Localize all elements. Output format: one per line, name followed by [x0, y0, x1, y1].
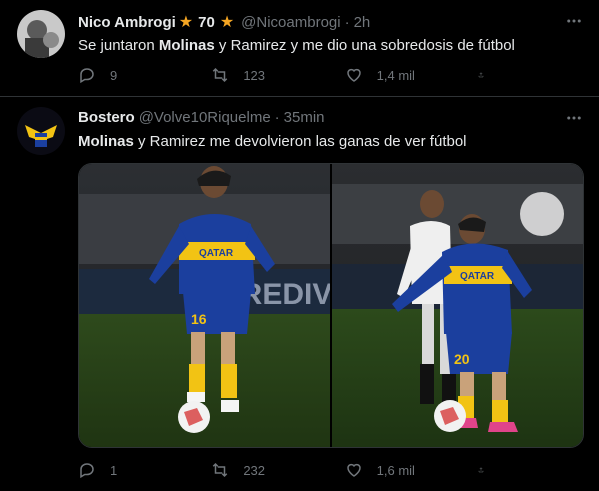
avatar[interactable]	[17, 10, 65, 58]
share-button[interactable]	[478, 461, 498, 479]
media-grid: CREDIVAL QATAR 16	[78, 163, 584, 448]
photo-player-20[interactable]: QATAR 20	[332, 164, 583, 447]
text-bold: Molinas	[158, 37, 215, 54]
shirt-sponsor: QATAR	[460, 271, 495, 282]
star-icon: ★	[178, 14, 194, 31]
tweet-actions: 9 123 1,4 mil	[78, 66, 498, 84]
star-icon: ★	[219, 14, 235, 31]
tweet-1[interactable]: Nico Ambrogi ★ 70 ★ @Nicoambrogi · 2h Se…	[0, 0, 599, 96]
like-icon	[346, 463, 361, 477]
separator: ·	[274, 109, 280, 126]
share-icon	[478, 72, 484, 78]
reply-icon	[80, 68, 94, 84]
retweet-button[interactable]: 123	[211, 66, 311, 84]
reply-button[interactable]: 9	[78, 66, 178, 84]
more-icon[interactable]	[565, 12, 583, 35]
user-handle[interactable]: @Nicoambrogi	[241, 14, 340, 31]
retweet-count: 123	[243, 67, 266, 83]
reply-count: 9	[110, 67, 118, 83]
text-segment: Se juntaron	[78, 37, 159, 54]
user-handle[interactable]: @Volve10Riquelme	[139, 109, 271, 126]
tweet-header: Nico Ambrogi ★ 70 ★ @Nicoambrogi · 2h	[78, 12, 370, 32]
separator: ·	[344, 13, 350, 31]
like-count: 1,4 mil	[376, 67, 415, 83]
display-name[interactable]: Bostero	[78, 109, 135, 126]
like-count: 1,6 mil	[376, 462, 415, 478]
timestamp[interactable]: 35min	[284, 109, 325, 126]
tweet-2[interactable]: Bostero @Volve10Riquelme · 35min Molinas…	[0, 97, 599, 491]
share-button[interactable]	[478, 66, 498, 84]
shirt-sponsor: QATAR	[199, 248, 234, 259]
retweet-icon	[213, 462, 228, 478]
like-button[interactable]: 1,4 mil	[345, 66, 445, 84]
reply-icon	[80, 463, 94, 479]
like-button[interactable]: 1,6 mil	[345, 461, 445, 479]
tweet-text: Molinas y Ramirez me devolvieron las gan…	[78, 133, 467, 150]
more-icon[interactable]	[565, 109, 583, 132]
text-bold: Molinas	[78, 133, 134, 150]
display-name[interactable]: Nico Ambrogi	[78, 14, 176, 31]
badge-number: 70	[198, 13, 215, 31]
reply-count: 1	[110, 462, 118, 478]
timestamp[interactable]: 2h	[354, 14, 371, 31]
reply-button[interactable]: 1	[78, 461, 178, 479]
text-segment: y Ramirez me devolvieron las ganas de ve…	[133, 133, 467, 150]
retweet-count: 232	[243, 462, 266, 478]
retweet-button[interactable]: 232	[211, 461, 311, 479]
shirt-number: 20	[454, 351, 470, 367]
tweet-header: Bostero @Volve10Riquelme · 35min	[78, 109, 325, 126]
like-icon	[346, 68, 361, 82]
text-segment: y Ramirez y me dio una sobredosis de fút…	[214, 37, 515, 54]
photo-player-16[interactable]: CREDIVAL QATAR 16	[79, 164, 330, 447]
shirt-number: 16	[191, 311, 207, 327]
share-icon	[478, 467, 484, 473]
tweet-actions: 1 232 1,6 mil	[78, 461, 498, 479]
avatar[interactable]	[17, 107, 65, 155]
retweet-icon	[213, 67, 228, 83]
tweet-text: Se juntaron Molinas y Ramirez y me dio u…	[78, 37, 515, 54]
